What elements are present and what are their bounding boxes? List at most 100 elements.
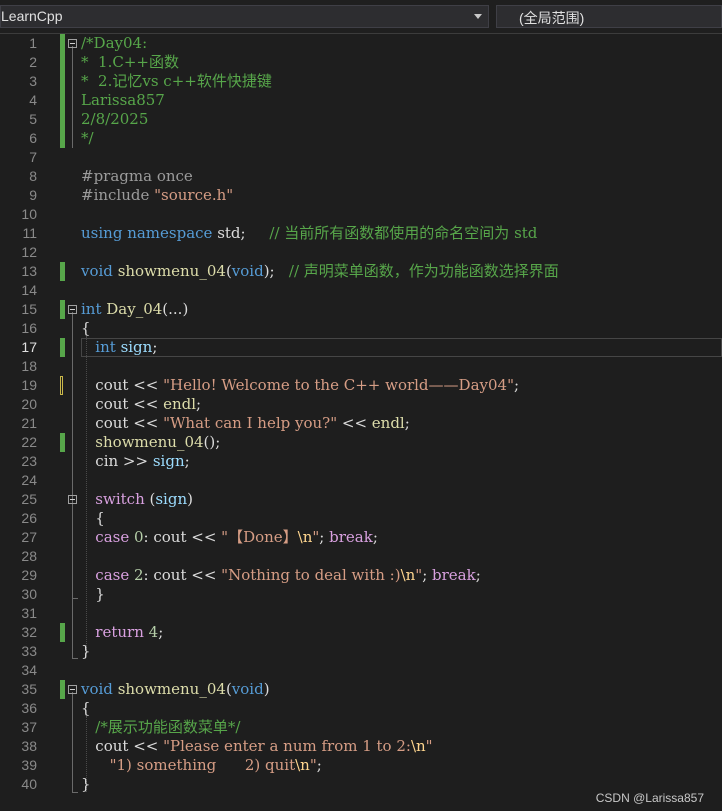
code-line[interactable]: 34: [0, 661, 722, 680]
code-line[interactable]: 20 cout << endl;: [0, 395, 722, 414]
code-text[interactable]: /*展示功能函数菜单*/: [81, 718, 240, 737]
code-line[interactable]: 16 {: [0, 319, 722, 338]
code-text[interactable]: cout << endl;: [81, 395, 201, 414]
collapse-icon[interactable]: [68, 495, 77, 504]
line-number: 6: [29, 130, 37, 146]
code-token: ": [425, 737, 433, 755]
code-text[interactable]: */: [81, 129, 94, 148]
code-line[interactable]: 22 showmenu_04();: [0, 433, 722, 452]
code-text[interactable]: cout << "What can I help you?" << endl;: [81, 414, 410, 433]
line-number: 18: [21, 358, 37, 374]
code-token: ;: [152, 338, 158, 356]
code-text[interactable]: /*Day04:: [81, 34, 147, 53]
code-line[interactable]: 31: [0, 604, 722, 623]
code-line[interactable]: 2 * 1.C++函数: [0, 53, 722, 72]
code-token: using: [81, 224, 128, 242]
code-token: * 2.记忆vs c++软件快捷键: [81, 72, 272, 90]
code-text[interactable]: {: [81, 509, 105, 528]
code-line[interactable]: 10: [0, 205, 722, 224]
code-line[interactable]: 36 {: [0, 699, 722, 718]
code-line[interactable]: 27 case 0: cout << "【Done】\n"; break;: [0, 528, 722, 547]
code-line[interactable]: 17 int sign;: [0, 338, 722, 357]
code-text[interactable]: cout << "Hello! Welcome to the C++ world…: [81, 376, 519, 395]
code-line[interactable]: 26 {: [0, 509, 722, 528]
code-text[interactable]: int sign;: [81, 338, 157, 357]
code-line[interactable]: 4 Larissa857: [0, 91, 722, 110]
code-token: endl: [371, 414, 405, 432]
code-line[interactable]: 38 cout << "Please enter a num from 1 to…: [0, 737, 722, 756]
code-line[interactable]: 9 #include "source.h": [0, 186, 722, 205]
code-token: ;: [372, 528, 378, 546]
code-line[interactable]: 18: [0, 357, 722, 376]
code-line[interactable]: 35 void showmenu_04(void): [0, 680, 722, 699]
chevron-down-icon[interactable]: [474, 14, 482, 19]
code-line[interactable]: 12: [0, 243, 722, 262]
code-line[interactable]: 39 "1) something 2) quit\n";: [0, 756, 722, 775]
code-text[interactable]: case 2: cout << "Nothing to deal with :)…: [81, 566, 480, 585]
code-token: case: [81, 528, 134, 546]
code-text[interactable]: }: [81, 585, 105, 604]
code-line[interactable]: 6 */: [0, 129, 722, 148]
line-number: 33: [21, 643, 37, 659]
code-text[interactable]: using namespace std; // 当前所有函数都使用的命名空间为 …: [81, 224, 537, 243]
code-text[interactable]: "1) something 2) quit\n";: [81, 756, 322, 775]
code-text[interactable]: }: [81, 775, 91, 794]
code-line[interactable]: 19 cout << "Hello! Welcome to the C++ wo…: [0, 376, 722, 395]
code-line[interactable]: 29 case 2: cout << "Nothing to deal with…: [0, 566, 722, 585]
code-line[interactable]: 33}: [0, 642, 722, 661]
code-text[interactable]: int Day_04(...): [81, 300, 188, 319]
navigation-bar: LearnCpp (全局范围): [0, 0, 722, 34]
collapse-icon[interactable]: [68, 685, 77, 694]
code-line[interactable]: 14: [0, 281, 722, 300]
code-text[interactable]: void showmenu_04(void); // 声明菜单函数，作为功能函数…: [81, 262, 559, 281]
collapse-icon[interactable]: [68, 39, 77, 48]
code-text[interactable]: 2/8/2025: [81, 110, 148, 129]
code-text[interactable]: cin >> sign;: [81, 452, 189, 471]
code-line[interactable]: 11 using namespace std; // 当前所有函数都使用的命名空间…: [0, 224, 722, 243]
code-token: showmenu_04: [117, 262, 226, 280]
line-number: 39: [21, 757, 37, 773]
saved-change-marker: [60, 72, 65, 91]
code-token: \n: [295, 756, 310, 774]
code-line[interactable]: 8 #pragma once: [0, 167, 722, 186]
code-text[interactable]: #pragma once: [81, 167, 193, 186]
code-text[interactable]: * 2.记忆vs c++软件快捷键: [81, 72, 272, 91]
code-line[interactable]: 24: [0, 471, 722, 490]
code-line[interactable]: 37 /*展示功能函数菜单*/: [0, 718, 722, 737]
code-line[interactable]: 21 cout << "What can I help you?" << end…: [0, 414, 722, 433]
line-number: 30: [21, 586, 37, 602]
scope-dropdown[interactable]: (全局范围): [496, 5, 722, 28]
line-number: 22: [21, 434, 37, 450]
code-line[interactable]: 15 int Day_04(...): [0, 300, 722, 319]
code-line[interactable]: 28: [0, 547, 722, 566]
code-text[interactable]: }: [81, 642, 91, 661]
code-text[interactable]: {: [81, 699, 91, 718]
code-token: sign: [120, 338, 153, 356]
collapse-icon[interactable]: [68, 305, 77, 314]
code-line[interactable]: 3 * 2.记忆vs c++软件快捷键: [0, 72, 722, 91]
code-text[interactable]: showmenu_04();: [81, 433, 220, 452]
code-text[interactable]: case 0: cout << "【Done】\n"; break;: [81, 528, 378, 547]
code-text[interactable]: #include "source.h": [81, 186, 233, 205]
code-line[interactable]: 32 return 4;: [0, 623, 722, 642]
code-editor[interactable]: 1 /*Day04: 2 * 1.C++函数 3 * 2.记忆vs c++软件快捷键 4 La…: [0, 34, 722, 811]
project-dropdown[interactable]: LearnCpp: [0, 5, 489, 28]
code-token: \n: [400, 566, 416, 584]
code-line[interactable]: 13 void showmenu_04(void); // 声明菜单函数，作为功能…: [0, 262, 722, 281]
code-token: ): [187, 490, 193, 508]
code-token: cout <<: [81, 376, 164, 394]
code-text[interactable]: cout << "Please enter a num from 1 to 2:…: [81, 737, 433, 756]
line-number: 38: [21, 738, 37, 754]
code-line[interactable]: 5 2/8/2025: [0, 110, 722, 129]
code-line[interactable]: 1 /*Day04:: [0, 34, 722, 53]
code-text[interactable]: {: [81, 319, 91, 338]
code-text[interactable]: void showmenu_04(void): [81, 680, 270, 699]
code-text[interactable]: Larissa857: [81, 91, 165, 110]
code-line[interactable]: 23 cin >> sign;: [0, 452, 722, 471]
code-line[interactable]: 25 switch (sign): [0, 490, 722, 509]
code-text[interactable]: return 4;: [81, 623, 163, 642]
code-text[interactable]: switch (sign): [81, 490, 193, 509]
code-text[interactable]: * 1.C++函数: [81, 53, 179, 72]
code-line[interactable]: 30 }: [0, 585, 722, 604]
code-line[interactable]: 7: [0, 148, 722, 167]
